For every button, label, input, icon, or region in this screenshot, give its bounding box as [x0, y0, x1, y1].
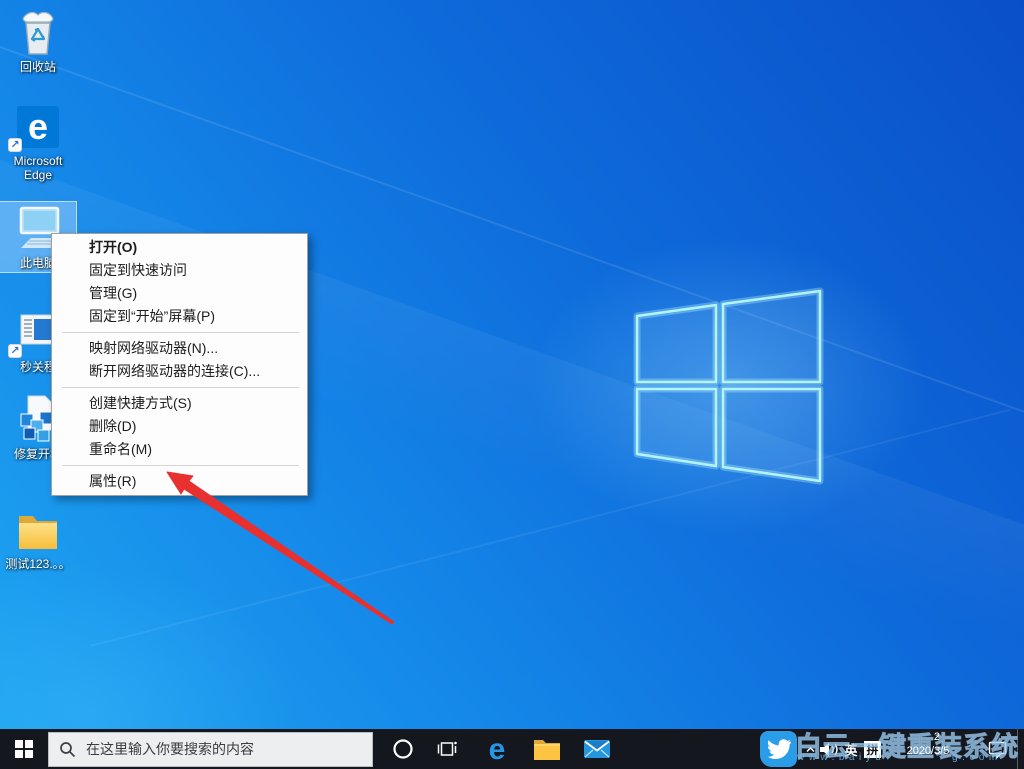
menu-item-delete[interactable]: 删除(D): [52, 415, 307, 438]
twitter-tray-button[interactable]: [760, 731, 797, 767]
menu-separator: [62, 465, 299, 466]
menu-item-manage[interactable]: 管理(G): [52, 282, 307, 305]
clock-time-partial: 2: [900, 731, 956, 744]
mail-button[interactable]: [575, 729, 619, 769]
notification-bubble-icon: [988, 740, 1008, 759]
cortana-button[interactable]: [381, 729, 425, 769]
action-center-button[interactable]: [980, 729, 1016, 769]
chevron-up-icon: [805, 744, 816, 755]
mail-icon: [583, 739, 611, 759]
task-view-button[interactable]: [425, 729, 469, 769]
speaker-icon: [819, 741, 839, 758]
menu-separator: [62, 332, 299, 333]
taskbar-search-box[interactable]: 在这里输入你要搜索的内容: [48, 732, 373, 767]
menu-item-create-shortcut[interactable]: 创建快捷方式(S): [52, 392, 307, 415]
menu-item-pin-to-start[interactable]: 固定到“开始”屏幕(P): [52, 305, 307, 328]
edge-icon: e ↗: [0, 102, 76, 152]
edge-taskbar-button[interactable]: e: [475, 729, 519, 769]
shortcut-arrow-icon: ↗: [8, 138, 22, 152]
taskbar-clock[interactable]: 2 2020/3/5: [900, 731, 956, 758]
hidden-icons-button[interactable]: [803, 729, 817, 769]
system-tray: 英 拼: [760, 729, 1024, 769]
start-button[interactable]: [0, 729, 48, 769]
menu-item-pin-quick-access[interactable]: 固定到快速访问: [52, 259, 307, 282]
task-view-icon: [435, 737, 459, 761]
menu-separator: [62, 387, 299, 388]
edge-icon: e: [481, 733, 513, 765]
menu-item-map-network-drive[interactable]: 映射网络驱动器(N)...: [52, 337, 307, 360]
ime-pinyin-badge: 拼: [864, 741, 881, 758]
search-icon: [59, 741, 76, 758]
shortcut-arrow-icon: ↗: [8, 344, 22, 358]
menu-item-disconnect-network-drive[interactable]: 断开网络驱动器的连接(C)...: [52, 360, 307, 383]
windows-desktop: 回收站 e ↗ Microsoft Edge 此电脑: [0, 0, 1024, 769]
ime-language-indicator[interactable]: 英: [841, 729, 861, 769]
taskbar: 在这里输入你要搜索的内容 e: [0, 729, 1024, 769]
context-menu: 打开(O) 固定到快速访问 管理(G) 固定到“开始”屏幕(P) 映射网络驱动器…: [51, 233, 308, 496]
clock-date: 2020/3/5: [900, 744, 956, 758]
icon-label: Microsoft Edge: [0, 154, 76, 182]
file-explorer-icon: [533, 737, 561, 761]
folder-icon: [0, 505, 76, 555]
recycle-bin-icon: [0, 8, 76, 58]
menu-item-rename[interactable]: 重命名(M): [52, 438, 307, 461]
show-desktop-button[interactable]: [1017, 729, 1024, 769]
icon-label: 回收站: [0, 60, 76, 74]
file-explorer-button[interactable]: [525, 729, 569, 769]
windows-start-icon: [15, 740, 33, 758]
desktop-icon-test-folder[interactable]: 测试123.。。: [0, 503, 76, 573]
volume-button[interactable]: [817, 729, 841, 769]
ime-mode-button[interactable]: 拼: [861, 729, 884, 769]
svg-text:e: e: [489, 733, 506, 765]
menu-item-properties[interactable]: 属性(R): [52, 470, 307, 493]
icon-label: 测试123.。。: [0, 557, 76, 571]
menu-item-open[interactable]: 打开(O): [52, 236, 307, 259]
desktop-icon-microsoft-edge[interactable]: e ↗ Microsoft Edge: [0, 100, 76, 184]
desktop-icon-recycle-bin[interactable]: 回收站: [0, 6, 76, 76]
svg-text:e: e: [28, 106, 48, 147]
cortana-icon: [392, 738, 414, 760]
twitter-bird-icon: [767, 737, 791, 761]
wallpaper-logo-glow: [528, 236, 928, 536]
search-placeholder: 在这里输入你要搜索的内容: [86, 739, 254, 759]
